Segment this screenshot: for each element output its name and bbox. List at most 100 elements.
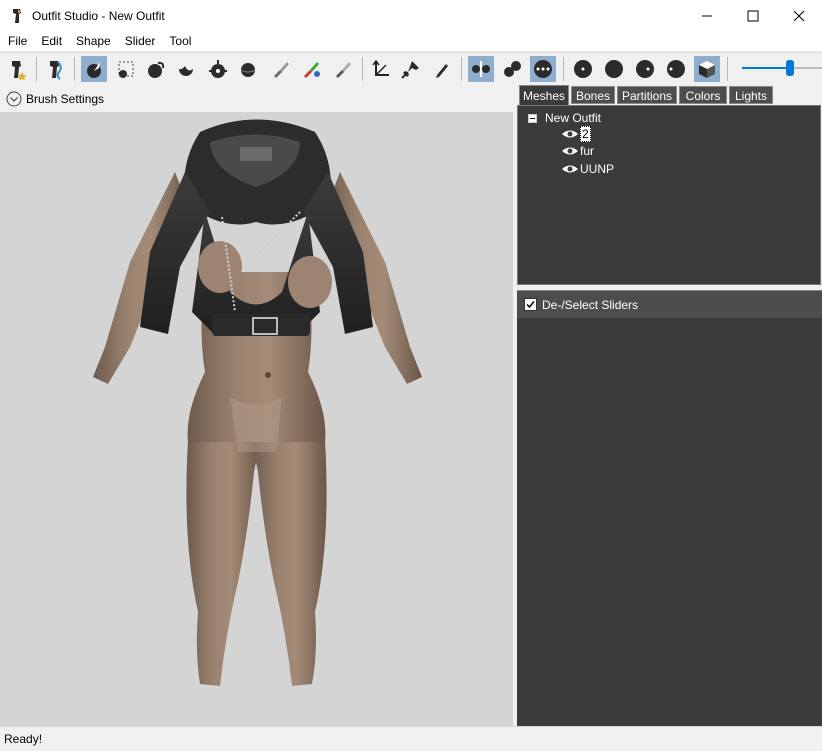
toolbar-separator bbox=[727, 57, 728, 81]
load-reference-button[interactable] bbox=[42, 56, 68, 82]
color-brush-icon bbox=[304, 62, 320, 78]
eye-icon[interactable] bbox=[561, 145, 579, 157]
meshes-tree: New Outfit 2 fur UUNP bbox=[517, 105, 821, 285]
color-brush-button[interactable] bbox=[298, 56, 324, 82]
wireframe-view-icon bbox=[605, 60, 623, 78]
maximize-icon bbox=[747, 10, 759, 21]
menu-edit[interactable]: Edit bbox=[35, 34, 68, 48]
brush-settings-header[interactable]: Brush Settings bbox=[0, 85, 514, 112]
collapse-icon[interactable] bbox=[528, 113, 537, 123]
menu-shape[interactable]: Shape bbox=[70, 34, 117, 48]
smooth-brush-icon bbox=[240, 63, 256, 77]
connected-only-icon bbox=[504, 61, 521, 77]
tab-partitions[interactable]: Partitions bbox=[617, 86, 677, 104]
move-brush-button[interactable] bbox=[205, 56, 231, 82]
zoom-slider-thumb[interactable] bbox=[786, 60, 794, 76]
close-icon bbox=[793, 10, 805, 21]
tree-root-row[interactable]: New Outfit bbox=[528, 111, 601, 125]
outfit-model-render bbox=[93, 119, 422, 686]
menu-tool[interactable]: Tool bbox=[163, 34, 197, 48]
mesh-item-label: fur bbox=[580, 144, 595, 158]
app-logo-icon bbox=[13, 8, 21, 23]
texture-view-icon bbox=[667, 60, 685, 78]
pivot-icon bbox=[401, 61, 419, 79]
mesh-item-fur[interactable]: fur bbox=[561, 144, 594, 158]
mesh-item-label: 2 bbox=[580, 126, 591, 142]
menu-file[interactable]: File bbox=[2, 34, 33, 48]
alpha-brush-icon bbox=[336, 62, 351, 78]
tree-root-label: New Outfit bbox=[545, 111, 602, 125]
zoom-slider-fill bbox=[742, 67, 790, 69]
wireframe-view-button[interactable] bbox=[601, 56, 627, 82]
pane-splitter[interactable] bbox=[513, 85, 516, 726]
maximize-button[interactable] bbox=[730, 0, 776, 31]
toolbar-separator bbox=[362, 57, 363, 81]
vertex-edit-icon bbox=[436, 64, 448, 78]
mesh-item-uunp[interactable]: UUNP bbox=[561, 162, 614, 176]
x-mirror-icon bbox=[472, 61, 490, 77]
deflate-brush-icon bbox=[179, 66, 193, 76]
deselect-sliders-label: De-/Select Sliders bbox=[542, 297, 639, 312]
transform-button[interactable] bbox=[368, 56, 394, 82]
toolbar-separator bbox=[36, 57, 37, 81]
new-project-icon bbox=[12, 61, 27, 80]
title-bar: Outfit Studio - New Outfit bbox=[0, 0, 822, 31]
sliders-list bbox=[517, 318, 822, 726]
load-reference-icon bbox=[50, 61, 62, 80]
select-brush-button[interactable] bbox=[81, 56, 107, 82]
transform-icon bbox=[372, 59, 389, 76]
connected-only-button[interactable] bbox=[499, 56, 525, 82]
zoom-slider[interactable] bbox=[740, 60, 822, 76]
vertex-view-button[interactable] bbox=[570, 56, 596, 82]
lighting-view-icon bbox=[636, 60, 654, 78]
mesh-item-label: UUNP bbox=[580, 162, 615, 176]
tab-meshes[interactable]: Meshes bbox=[519, 85, 569, 105]
minimize-icon bbox=[702, 15, 712, 16]
alpha-brush-button[interactable] bbox=[330, 56, 356, 82]
eye-icon[interactable] bbox=[561, 163, 579, 175]
toolbar-separator bbox=[461, 57, 462, 81]
cube-view-icon bbox=[699, 61, 715, 78]
vertex-view-icon bbox=[574, 60, 592, 78]
global-brush-collision-button[interactable] bbox=[530, 56, 556, 82]
window-title: Outfit Studio - New Outfit bbox=[32, 8, 165, 23]
mesh-item-2[interactable]: 2 bbox=[561, 126, 591, 142]
smooth-brush-button[interactable] bbox=[235, 56, 261, 82]
status-bar: Ready! bbox=[0, 726, 822, 751]
tab-lights[interactable]: Lights bbox=[729, 86, 773, 104]
status-text: Ready! bbox=[4, 732, 43, 746]
deflate-brush-button[interactable] bbox=[173, 56, 199, 82]
weight-brush-button[interactable] bbox=[268, 56, 294, 82]
mask-brush-icon bbox=[118, 61, 134, 78]
tab-bones[interactable]: Bones bbox=[571, 86, 615, 104]
new-project-button[interactable] bbox=[4, 56, 30, 82]
brush-settings-label: Brush Settings bbox=[26, 91, 105, 106]
cube-view-button[interactable] bbox=[694, 56, 720, 82]
toolbar bbox=[0, 52, 822, 86]
minimize-button[interactable] bbox=[684, 0, 730, 31]
eye-icon[interactable] bbox=[561, 128, 579, 140]
lighting-view-button[interactable] bbox=[632, 56, 658, 82]
move-brush-icon bbox=[209, 60, 227, 78]
tab-colors[interactable]: Colors bbox=[679, 86, 727, 104]
weight-brush-icon bbox=[274, 62, 289, 78]
chevron-down-icon[interactable] bbox=[6, 91, 22, 107]
mask-brush-button[interactable] bbox=[113, 56, 139, 82]
deselect-sliders-checkbox[interactable] bbox=[524, 298, 537, 311]
texture-view-button[interactable] bbox=[663, 56, 689, 82]
vertex-edit-button[interactable] bbox=[429, 56, 455, 82]
pivot-button[interactable] bbox=[398, 56, 424, 82]
3d-viewport[interactable] bbox=[0, 112, 513, 726]
select-brush-icon bbox=[87, 62, 101, 78]
menu-slider[interactable]: Slider bbox=[119, 34, 162, 48]
inflate-brush-icon bbox=[148, 61, 165, 78]
panel-tabs: Meshes Bones Partitions Colors Lights bbox=[516, 85, 822, 105]
inflate-brush-button[interactable] bbox=[143, 56, 169, 82]
toolbar-separator bbox=[74, 57, 75, 81]
close-button[interactable] bbox=[776, 0, 822, 31]
toolbar-separator bbox=[563, 57, 564, 81]
x-mirror-button[interactable] bbox=[468, 56, 494, 82]
menu-bar: File Edit Shape Slider Tool bbox=[0, 31, 822, 51]
global-brush-collision-icon bbox=[534, 60, 552, 78]
sliders-header: De-/Select Sliders bbox=[517, 290, 822, 318]
